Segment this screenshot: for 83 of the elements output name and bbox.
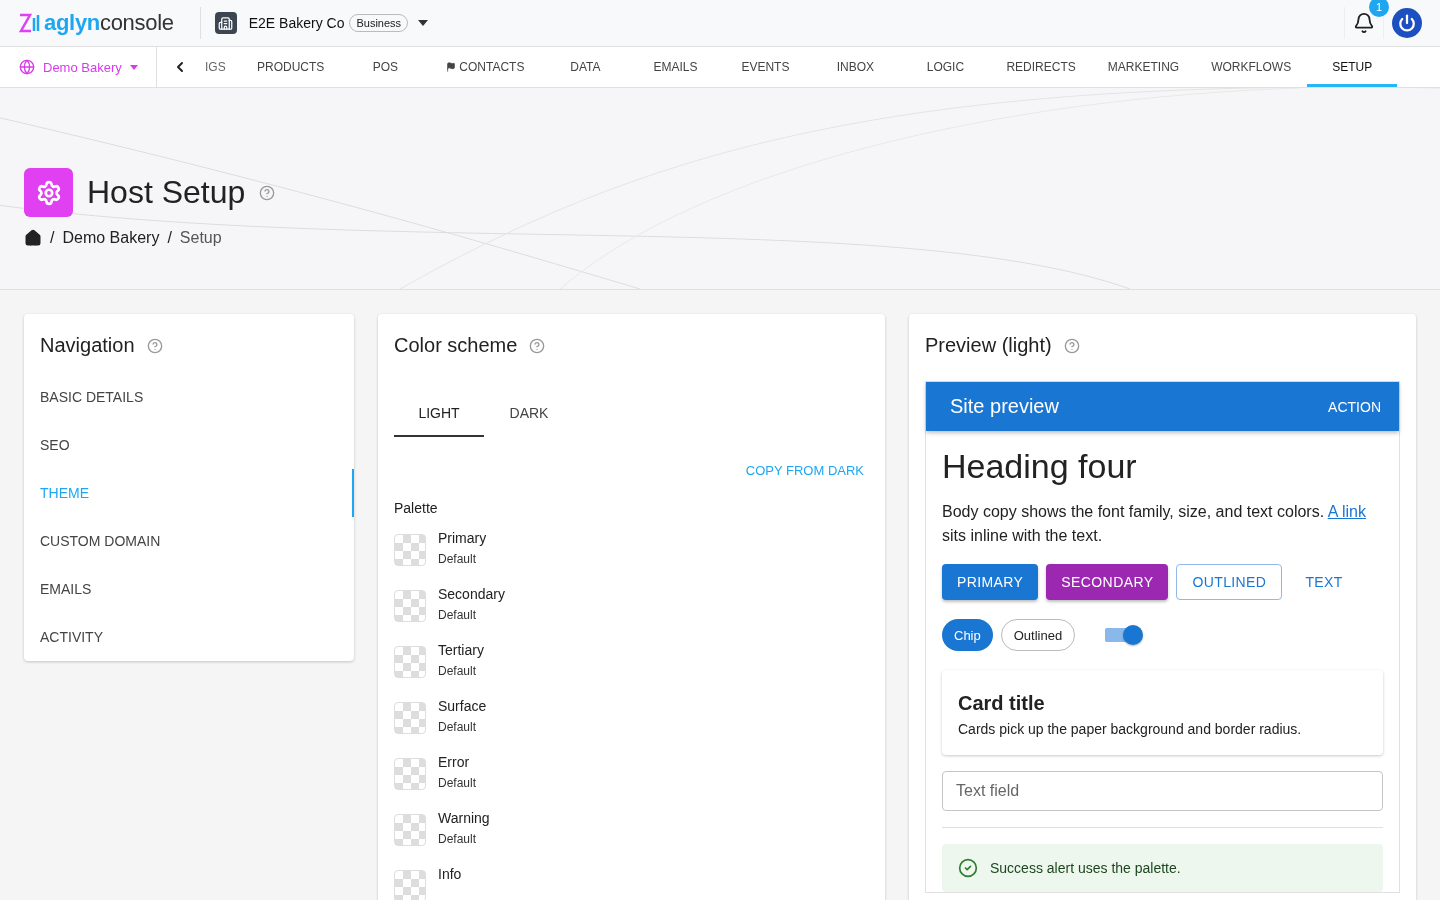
color-name: Surface [438, 698, 487, 714]
breadcrumb-link[interactable]: Setup [179, 229, 222, 247]
nav-tab[interactable]: EVENTS [720, 47, 811, 87]
logo-icon [18, 12, 40, 34]
navigation-item[interactable]: ACTIVITY [40, 613, 354, 661]
app-bar-title: Site preview [950, 395, 1059, 418]
section-label: Palette [394, 500, 439, 516]
navigation-item[interactable]: BASIC DETAILS [40, 373, 354, 421]
alert-text: Success alert uses the palette. [990, 860, 1181, 876]
help-icon[interactable] [146, 337, 163, 354]
color-value: Default [438, 720, 478, 734]
organization-name: E2E Bakery Co [248, 15, 345, 31]
color-name: Warning [438, 810, 490, 826]
color-name: Tertiary [438, 642, 484, 658]
breadcrumb-separator: / [167, 229, 172, 247]
body-paragraph: Body copy shows the font family, size, and text colors. A link sits inline with the text. [942, 502, 1367, 546]
site-selector[interactable]: Demo Bakery [0, 47, 157, 87]
caret-icon[interactable] [418, 20, 429, 26]
color-swatch[interactable] [394, 534, 426, 566]
color-name: Error [438, 754, 471, 770]
color-name: Secondary [438, 586, 505, 602]
globe-icon [19, 59, 35, 75]
heading: Heading four [942, 447, 1138, 486]
breadcrumb-separator: / [50, 229, 55, 247]
color-value: Default [438, 608, 478, 622]
scheme-tab[interactable]: LIGHT [394, 389, 484, 437]
navigation-item[interactable]: EMAILS [40, 565, 354, 613]
help-icon[interactable] [1063, 337, 1080, 354]
color-value: Default [438, 552, 478, 566]
color-swatch[interactable] [394, 758, 426, 790]
color-swatch[interactable] [394, 870, 426, 900]
caret-icon [129, 64, 138, 70]
nav-tab[interactable]: LOGIC [900, 47, 991, 87]
help-icon[interactable] [529, 337, 546, 354]
help-icon[interactable] [259, 184, 276, 201]
sample-card-title: Card title [958, 692, 1046, 715]
nav-tab[interactable]: IGS [203, 47, 241, 87]
nav-tab[interactable]: MARKETING [1091, 47, 1196, 87]
nav-tab[interactable]: CONTACTS [430, 47, 541, 87]
nav-tab[interactable]: PRODUCTS [241, 47, 341, 87]
sample-card-text: Cards pick up the paper background and border radius. [958, 721, 1303, 737]
toggle-switch[interactable] [1103, 625, 1144, 645]
navigation-item[interactable]: SEO [40, 421, 354, 469]
color-swatch[interactable] [394, 814, 426, 846]
page-title: Host Setup [87, 174, 246, 211]
chip[interactable]: Chip [942, 619, 993, 651]
nav-tab[interactable]: INBOX [810, 47, 901, 87]
navigation-item[interactable]: CUSTOM DOMAIN [40, 517, 354, 565]
check-icon [958, 858, 978, 878]
color-swatch[interactable] [394, 590, 426, 622]
preview-button[interactable]: OUTLINED [1176, 564, 1283, 600]
inline-link[interactable]: A link [1327, 503, 1366, 520]
breadcrumb-link[interactable]: Demo Bakery [62, 229, 160, 247]
color-swatch[interactable] [394, 646, 426, 678]
card-title: Navigation [40, 334, 135, 357]
color-value: Default [438, 664, 478, 678]
brand-name: aglynconsole [44, 10, 174, 36]
nav-tab[interactable]: POS [340, 47, 431, 87]
card-title: Color scheme [394, 334, 518, 357]
home-icon[interactable] [24, 229, 42, 247]
preview-button[interactable]: PRIMARY [942, 564, 1039, 600]
notifications-icon[interactable] [1353, 12, 1375, 34]
preview-button[interactable]: TEXT [1290, 564, 1358, 600]
nav-tab[interactable]: EMAILS [630, 47, 721, 87]
scheme-tab[interactable]: DARK [484, 389, 574, 437]
color-value: Default [438, 832, 478, 846]
building-icon [214, 12, 237, 34]
power-icon[interactable] [1392, 8, 1422, 38]
nav-tab[interactable]: REDIRECTS [990, 47, 1092, 87]
settings-icon [24, 168, 73, 217]
color-value: Default [438, 776, 477, 790]
color-name: Info [438, 866, 462, 882]
nav-tab[interactable]: WORKFLOWS [1195, 47, 1308, 87]
text-field[interactable]: Text field [942, 771, 1383, 811]
notification-count: 1 [1369, 0, 1389, 17]
card-title: Preview (light) [925, 334, 1052, 357]
flag-icon [446, 62, 457, 72]
color-name: Primary [438, 530, 487, 546]
action-button[interactable]: ACTION [1318, 390, 1391, 423]
preview-button[interactable]: SECONDARY [1046, 564, 1169, 600]
color-swatch[interactable] [394, 702, 426, 734]
nav-tab[interactable]: DATA [540, 47, 631, 87]
nav-tab[interactable]: SETUP [1307, 47, 1398, 87]
